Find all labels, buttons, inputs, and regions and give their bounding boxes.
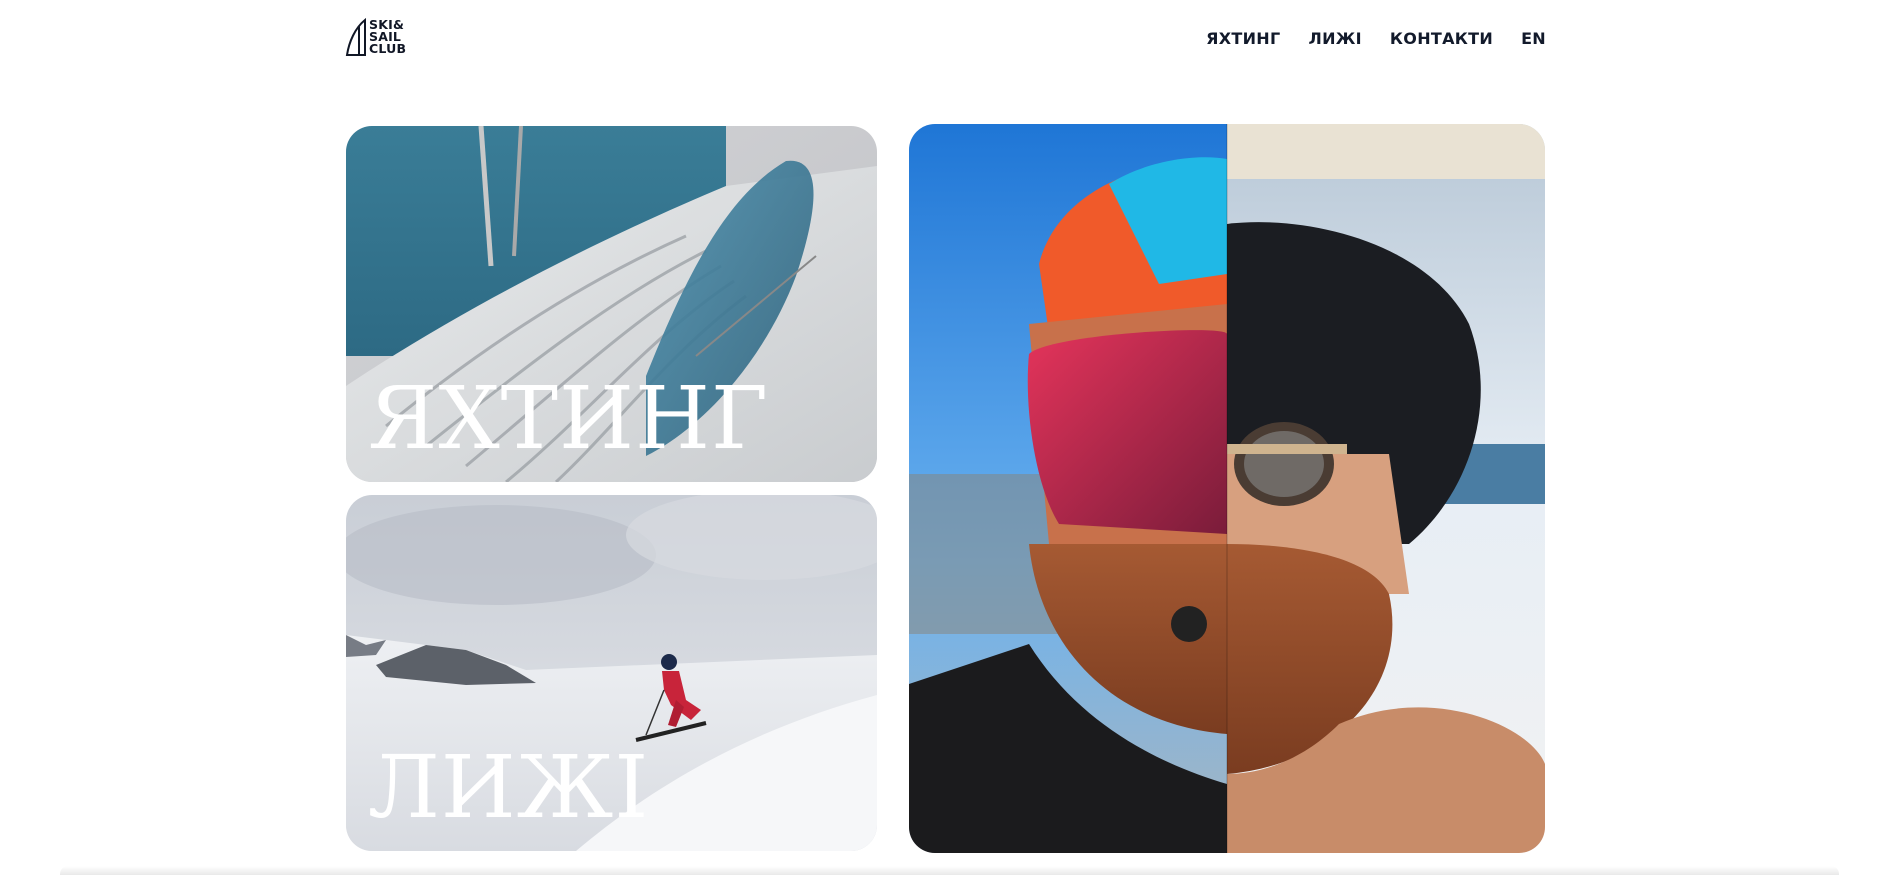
logo-line-3: CLUB <box>369 41 407 56</box>
founder-split-portrait <box>909 124 1545 853</box>
language-switch-en[interactable]: EN <box>1521 29 1546 48</box>
nav-link-yachting[interactable]: ЯХТИНГ <box>1206 29 1280 48</box>
ski-card[interactable]: ЛИЖІ <box>346 495 877 851</box>
logo-wordmark: SKI& SAIL CLUB <box>369 18 407 56</box>
ski-card-title: ЛИЖІ <box>368 738 650 838</box>
main-nav: ЯХТИНГ ЛИЖІ КОНТАКТИ EN <box>1206 29 1546 48</box>
nav-link-contacts[interactable]: КОНТАКТИ <box>1390 29 1493 48</box>
split-portrait-photo <box>909 124 1545 853</box>
sail-logo-icon <box>345 18 366 56</box>
page-bottom-shadow <box>60 866 1839 875</box>
yachting-card[interactable]: ЯХТИНГ <box>346 126 877 482</box>
nav-link-ski[interactable]: ЛИЖІ <box>1309 29 1362 48</box>
site-header: SKI& SAIL CLUB ЯХТИНГ ЛИЖІ КОНТАКТИ EN <box>0 0 1899 80</box>
ski-sail-club-logo[interactable]: SKI& SAIL CLUB <box>345 18 417 56</box>
yachting-card-title: ЯХТИНГ <box>368 369 769 469</box>
